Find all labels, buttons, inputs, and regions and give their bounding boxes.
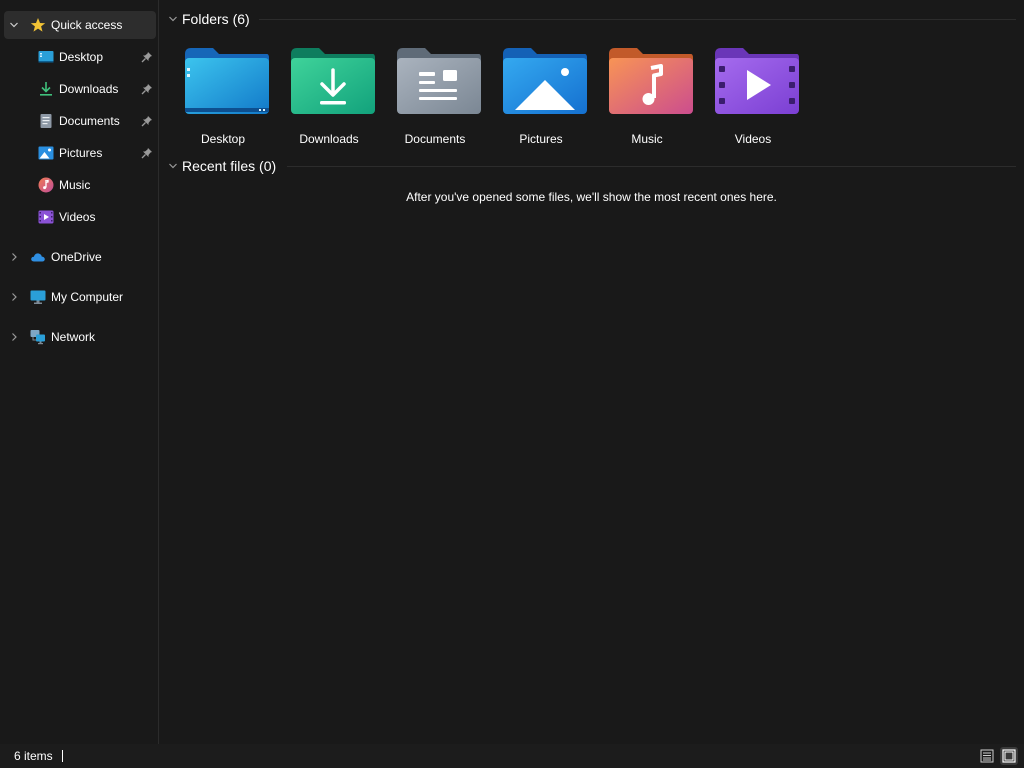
recent-section-title: Recent files (0)	[182, 158, 277, 174]
sidebar-item-network[interactable]: Network	[4, 323, 156, 351]
sidebar-item-label: Documents	[59, 114, 120, 128]
documents-icon	[38, 113, 54, 129]
star-icon	[30, 17, 46, 33]
folders-section-header[interactable]: Folders (6)	[167, 9, 250, 29]
computer-icon	[30, 289, 46, 305]
chevron-right-icon[interactable]	[8, 331, 20, 343]
sidebar-item-label: Pictures	[59, 146, 103, 160]
pin-icon	[140, 50, 154, 64]
recent-empty-message: After you've opened some files, we'll sh…	[406, 190, 777, 204]
status-separator	[62, 750, 63, 762]
pin-icon	[140, 114, 154, 128]
sidebar-item-onedrive[interactable]: OneDrive	[4, 243, 156, 271]
sidebar-item-label: Videos	[59, 210, 96, 224]
chevron-down-icon[interactable]	[167, 160, 179, 172]
folders-section-title: Folders (6)	[182, 11, 250, 27]
desktop-folder-icon	[185, 48, 269, 114]
recent-section-header[interactable]: Recent files (0)	[167, 156, 276, 176]
sidebar-item-label: My Computer	[51, 290, 124, 304]
folder-tile-videos[interactable]: Videos	[701, 40, 805, 152]
sidebar-item-quick-access[interactable]: Quick access	[4, 11, 156, 39]
sidebar-item-label: OneDrive	[51, 250, 102, 264]
navigation-pane: Quick access Desktop Downloads Documents…	[0, 0, 159, 744]
network-icon	[30, 329, 46, 345]
large-icons-view-icon	[1002, 749, 1016, 763]
sidebar-item-label: Desktop	[59, 50, 104, 64]
sidebar-item-label: Quick access	[51, 18, 123, 32]
chevron-down-icon[interactable]	[8, 19, 20, 31]
sidebar-item-label: Network	[51, 330, 96, 344]
music-icon	[38, 177, 54, 193]
folder-label: Videos	[734, 132, 772, 146]
cloud-icon	[30, 249, 46, 265]
item-count: 6 items	[14, 749, 53, 763]
sidebar-item-music[interactable]: Music	[4, 171, 156, 199]
content-pane: Folders (6) Desktop Downloads Documents …	[159, 0, 1024, 744]
section-divider	[287, 166, 1016, 167]
folder-tile-downloads[interactable]: Downloads	[277, 40, 381, 152]
details-view-button[interactable]	[978, 747, 996, 765]
pictures-icon	[38, 145, 54, 161]
sidebar-item-desktop[interactable]: Desktop	[4, 43, 156, 71]
folder-label: Desktop	[200, 132, 246, 146]
large-icons-view-button[interactable]	[1000, 747, 1018, 765]
sidebar-item-videos[interactable]: Videos	[4, 203, 156, 231]
videos-icon	[38, 209, 54, 225]
section-divider	[259, 19, 1016, 20]
folder-label: Downloads	[299, 132, 359, 146]
sidebar-item-documents[interactable]: Documents	[4, 107, 156, 135]
downloads-icon	[38, 81, 54, 97]
details-view-icon	[980, 749, 994, 763]
status-bar: 6 items	[0, 744, 1024, 768]
pin-icon	[140, 82, 154, 96]
desktop-icon	[38, 49, 54, 65]
folder-label: Documents	[404, 132, 466, 146]
folder-label: Music	[631, 132, 663, 146]
sidebar-item-label: Downloads	[59, 82, 119, 96]
pictures-folder-icon	[503, 48, 587, 114]
sidebar-item-downloads[interactable]: Downloads	[4, 75, 156, 103]
sidebar-item-my-computer[interactable]: My Computer	[4, 283, 156, 311]
chevron-right-icon[interactable]	[8, 251, 20, 263]
folder-tile-desktop[interactable]: Desktop	[171, 40, 275, 152]
folder-tile-documents[interactable]: Documents	[383, 40, 487, 152]
videos-folder-icon	[715, 48, 799, 114]
chevron-right-icon[interactable]	[8, 291, 20, 303]
music-folder-icon	[609, 48, 693, 114]
file-explorer-window: Quick access Desktop Downloads Documents…	[0, 0, 1024, 768]
documents-folder-icon	[397, 48, 481, 114]
sidebar-item-pictures[interactable]: Pictures	[4, 139, 156, 167]
folder-tile-music[interactable]: Music	[595, 40, 699, 152]
downloads-folder-icon	[291, 48, 375, 114]
chevron-down-icon[interactable]	[167, 13, 179, 25]
sidebar-item-label: Music	[59, 178, 91, 192]
pin-icon	[140, 146, 154, 160]
folder-label: Pictures	[519, 132, 563, 146]
folder-tile-pictures[interactable]: Pictures	[489, 40, 593, 152]
